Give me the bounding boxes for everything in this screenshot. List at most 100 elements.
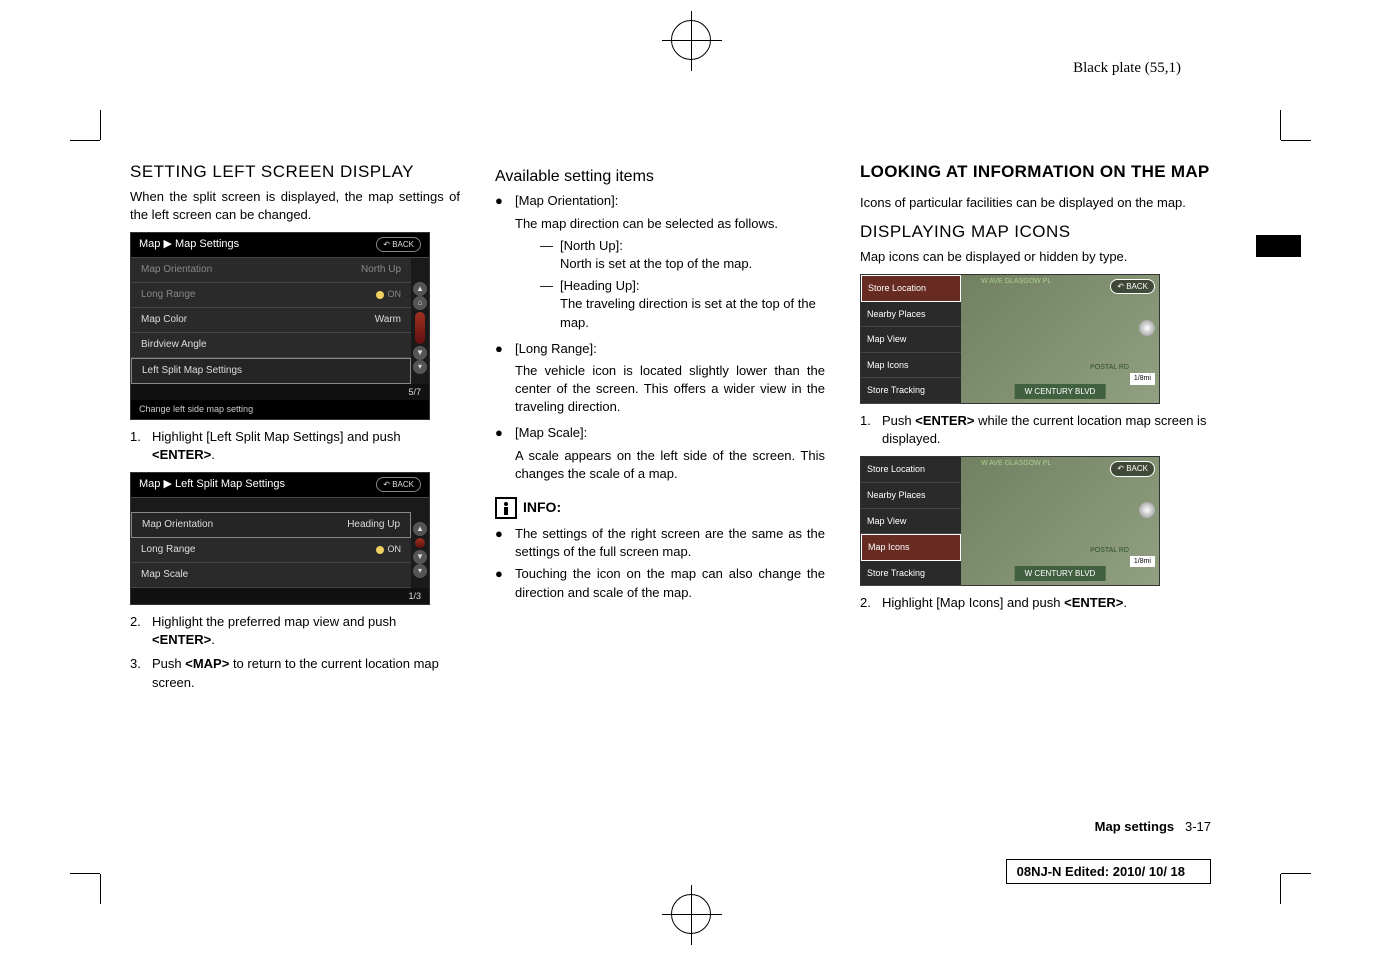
step1-text-a: Highlight [Left Split Map Settings] and … xyxy=(152,429,401,444)
plate-header: Black plate (55,1) xyxy=(1073,60,1181,77)
step3-number: 3. xyxy=(130,655,152,691)
ss2-row-orientation: Map OrientationHeading Up xyxy=(131,512,411,538)
map-menu: Store Location Nearby Places Map View Ma… xyxy=(861,457,961,585)
north-up-label: [North Up]: xyxy=(560,238,623,253)
screenshot-map-settings: Map ▶ Map Settings ↶ BACK Map Orientatio… xyxy=(130,232,430,420)
heading-up-desc: The traveling direction is set at the to… xyxy=(560,296,816,329)
map-distance: 1/8mi xyxy=(1130,373,1155,385)
info-callout: INFO: xyxy=(495,497,825,519)
ss1-row-label: Left Split Map Settings xyxy=(142,364,242,378)
scroll-end-icon: ▾ xyxy=(413,564,427,578)
page-num-value: 3-17 xyxy=(1185,819,1211,834)
compass-icon xyxy=(1139,502,1155,518)
menu-nearby-places: Nearby Places xyxy=(861,302,961,328)
bullet-icon: ● xyxy=(495,424,515,487)
c3-step1-enter: <ENTER> xyxy=(915,413,974,428)
map-area: W AVE GLASGOW PL ↶ BACK POSTAL RD 1/8mi … xyxy=(961,457,1159,585)
ss2-back-button: ↶ BACK xyxy=(376,477,421,492)
col3-intro: Icons of particular facilities can be di… xyxy=(860,194,1210,212)
step2-text: Highlight the preferred map view and pus… xyxy=(152,614,396,629)
page: Black plate (55,1) SETTING LEFT SCREEN D… xyxy=(0,0,1381,954)
ss2-row-mapscale: Map Scale xyxy=(131,563,411,588)
ss2-row-longrange: Long Range ON xyxy=(131,538,411,563)
c3-step2-enter: <ENTER> xyxy=(1064,595,1123,610)
col3-sub-intro: Map icons can be displayed or hidden by … xyxy=(860,248,1210,266)
c3-step1-a: Push xyxy=(882,413,915,428)
map-postal-label: POSTAL RD xyxy=(1090,546,1129,556)
map-road-label: W CENTURY BLVD xyxy=(1015,566,1106,581)
screenshot-map-menu-1: Store Location Nearby Places Map View Ma… xyxy=(860,274,1160,404)
map-postal-label: POSTAL RD xyxy=(1090,363,1129,373)
screenshot-left-split-settings: Map ▶ Left Split Map Settings ↶ BACK Map… xyxy=(130,472,430,605)
ss1-title: Map ▶ Map Settings xyxy=(139,237,239,252)
ss1-row-orientation: Map OrientationNorth Up xyxy=(131,258,411,283)
scroll-down-icon: ▼ xyxy=(413,550,427,564)
info-label: INFO: xyxy=(523,498,561,518)
ss1-scrollbar: ▲ ⌂ ▼ ▾ xyxy=(413,282,427,374)
north-up-desc: North is set at the top of the map. xyxy=(560,256,752,271)
ss2-title: Map ▶ Left Split Map Settings xyxy=(139,477,285,492)
column-middle: Available setting items ● [Map Orientati… xyxy=(495,160,825,700)
heading-available-items: Available setting items xyxy=(495,166,825,188)
step1-enter: <ENTER> xyxy=(152,447,211,462)
ss2-page-indicator: 1/3 xyxy=(131,588,429,605)
heading-displaying-icons: DISPLAYING MAP ICONS xyxy=(860,220,1210,244)
map-back-button: ↶ BACK xyxy=(1110,461,1155,476)
dash-icon: — xyxy=(540,277,560,332)
ss2-row-label: Long Range xyxy=(141,543,196,557)
map-menu: Store Location Nearby Places Map View Ma… xyxy=(861,275,961,403)
column-right: LOOKING AT INFORMATION ON THE MAP Icons … xyxy=(860,160,1210,700)
ss2-row-label: Map Scale xyxy=(141,568,188,582)
scroll-down-icon: ▼ xyxy=(413,346,427,360)
menu-store-tracking: Store Tracking xyxy=(861,561,961,587)
page-number: Map settings 3-17 xyxy=(1095,819,1211,834)
scroll-track xyxy=(415,312,425,344)
menu-map-icons-highlighted: Map Icons xyxy=(861,534,961,561)
step2-number: 2. xyxy=(130,613,152,649)
menu-map-view: Map View xyxy=(861,327,961,353)
menu-store-location: Store Location xyxy=(861,457,961,483)
ss1-row-value: Warm xyxy=(375,313,401,327)
map-scale-desc: A scale appears on the left side of the … xyxy=(515,447,825,483)
c3-step2-a: Highlight [Map Icons] and push xyxy=(882,595,1064,610)
bullet-icon: ● xyxy=(495,340,515,421)
page-section-label: Map settings xyxy=(1095,819,1174,834)
intro-text: When the split screen is displayed, the … xyxy=(130,188,460,224)
ss2-row-value: ON xyxy=(376,543,402,556)
ss1-row-value: ON xyxy=(376,288,402,301)
bullet-icon: ● xyxy=(495,192,515,335)
info-icon xyxy=(495,497,517,519)
ss1-row-birdview: Birdview Angle xyxy=(131,333,411,358)
step1-number: 1. xyxy=(130,428,152,464)
scroll-track xyxy=(415,538,425,548)
item-map-orientation-label: [Map Orientation]: xyxy=(515,193,618,208)
c3-step2-number: 2. xyxy=(860,594,882,612)
edition-box: 08NJ-N Edited: 2010/ 10/ 18 xyxy=(1006,859,1211,884)
long-range-label: [Long Range]: xyxy=(515,341,597,356)
ss1-row-label: Long Range xyxy=(141,288,196,302)
thumb-index-bar xyxy=(1256,235,1301,257)
ss1-row-label: Map Orientation xyxy=(141,263,212,277)
bullet-icon: ● xyxy=(495,525,515,561)
ss2-scrollbar: ▲ ▼ ▾ xyxy=(413,522,427,578)
map-scale-label: [Map Scale]: xyxy=(515,425,587,440)
heading-setting-left-screen: SETTING LEFT SCREEN DISPLAY xyxy=(130,160,460,184)
map-top-label: W AVE GLASGOW PL xyxy=(981,459,1051,469)
ss1-row-longrange: Long Range ON xyxy=(131,283,411,308)
step2-enter: <ENTER> xyxy=(152,632,211,647)
c3-step1-number: 1. xyxy=(860,412,882,448)
heading-up-label: [Heading Up]: xyxy=(560,278,640,293)
ss1-row-label: Birdview Angle xyxy=(141,338,207,352)
map-back-button: ↶ BACK xyxy=(1110,279,1155,294)
bullet-icon: ● xyxy=(495,565,515,601)
scroll-up-icon: ▲ xyxy=(413,522,427,536)
heading-looking-at-info: LOOKING AT INFORMATION ON THE MAP xyxy=(860,160,1210,184)
map-distance: 1/8mi xyxy=(1130,556,1155,568)
map-top-label: W AVE GLASGOW PL xyxy=(981,277,1051,287)
ss1-back-button: ↶ BACK xyxy=(376,237,421,252)
ss2-row-value: Heading Up xyxy=(347,518,400,532)
menu-store-location: Store Location xyxy=(861,275,961,302)
scroll-end-icon: ▾ xyxy=(413,360,427,374)
step3-map: <MAP> xyxy=(185,656,229,671)
screenshot-map-menu-2: Store Location Nearby Places Map View Ma… xyxy=(860,456,1160,586)
